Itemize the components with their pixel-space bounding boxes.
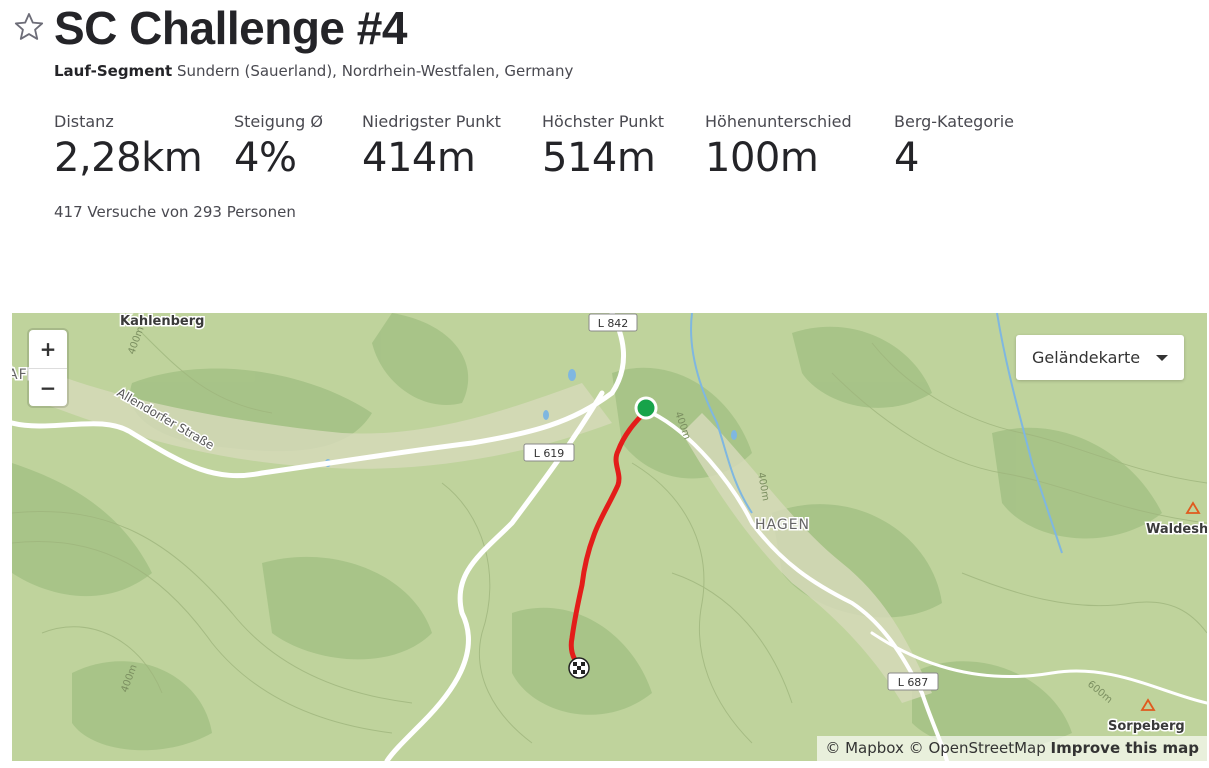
stat-highest-point: Höchster Punkt 514m [542, 112, 664, 181]
stat-label: Höchster Punkt [542, 112, 665, 131]
caret-down-icon [1156, 355, 1168, 361]
start-marker[interactable] [634, 396, 658, 420]
zoom-out-button[interactable]: − [29, 369, 67, 407]
segment-map[interactable]: L 842 L 619 L 687 Kahlenberg AFFELN HAGE… [12, 313, 1207, 761]
stat-distance: Distanz 2,28km [54, 112, 203, 181]
mapbox-link[interactable]: © Mapbox [825, 739, 904, 757]
stat-label: Niedrigster Punkt [362, 112, 501, 131]
finish-marker[interactable] [568, 657, 590, 679]
attempts-count: 417 Versuche von 293 Personen [54, 203, 296, 221]
road-shield-l842: L 842 [588, 313, 638, 332]
stat-value: 514m [542, 135, 656, 181]
road-shield-l619: L 619 [523, 443, 575, 462]
svg-text:L 619: L 619 [534, 447, 565, 460]
osm-link[interactable]: © OpenStreetMap [909, 739, 1046, 757]
stat-elevation-difference: Höhenunterschied 100m [705, 112, 852, 181]
map-attribution: © Mapbox © OpenStreetMap Improve this ma… [817, 736, 1207, 761]
stat-lowest-point: Niedrigster Punkt 414m [362, 112, 501, 181]
segment-subtitle: Lauf-Segment Sundern (Sauerland), Nordrh… [54, 62, 573, 80]
place-label-waldesh: Waldesh [1146, 522, 1207, 537]
svg-text:L 687: L 687 [898, 676, 929, 689]
stat-label: Distanz [54, 112, 114, 131]
map-layer-select[interactable]: Geländekarte [1016, 335, 1184, 380]
place-label-sorpeberg: Sorpeberg [1108, 719, 1185, 734]
stat-value: 4% [234, 135, 297, 181]
stat-label: Berg-Kategorie [894, 112, 1014, 131]
stat-value: 100m [705, 135, 819, 181]
road-shield-l687: L 687 [887, 672, 939, 691]
zoom-in-button[interactable]: + [29, 330, 67, 369]
improve-map-link[interactable]: Improve this map [1051, 739, 1199, 757]
zoom-control: + − [29, 330, 67, 406]
stat-label: Steigung Ø [234, 112, 323, 131]
segment-type: Lauf-Segment [54, 62, 173, 80]
star-icon[interactable] [12, 10, 46, 44]
stat-value: 4 [894, 135, 919, 181]
stat-label: Höhenunterschied [705, 112, 852, 131]
page-title: SC Challenge #4 [54, 2, 407, 54]
map-canvas[interactable]: L 842 L 619 L 687 Kahlenberg AFFELN HAGE… [12, 313, 1207, 761]
stat-climb-category: Berg-Kategorie 4 [894, 112, 1014, 181]
place-label-hagen: HAGEN [755, 517, 810, 533]
segment-location: Sundern (Sauerland), Nordrhein-Westfalen… [177, 62, 574, 80]
svg-text:L 842: L 842 [598, 317, 629, 330]
place-label-kahlenberg: Kahlenberg [120, 314, 204, 329]
stat-value: 414m [362, 135, 476, 181]
stat-grade: Steigung Ø 4% [234, 112, 323, 181]
stat-value: 2,28km [54, 135, 203, 181]
map-layer-label: Geländekarte [1032, 348, 1141, 367]
